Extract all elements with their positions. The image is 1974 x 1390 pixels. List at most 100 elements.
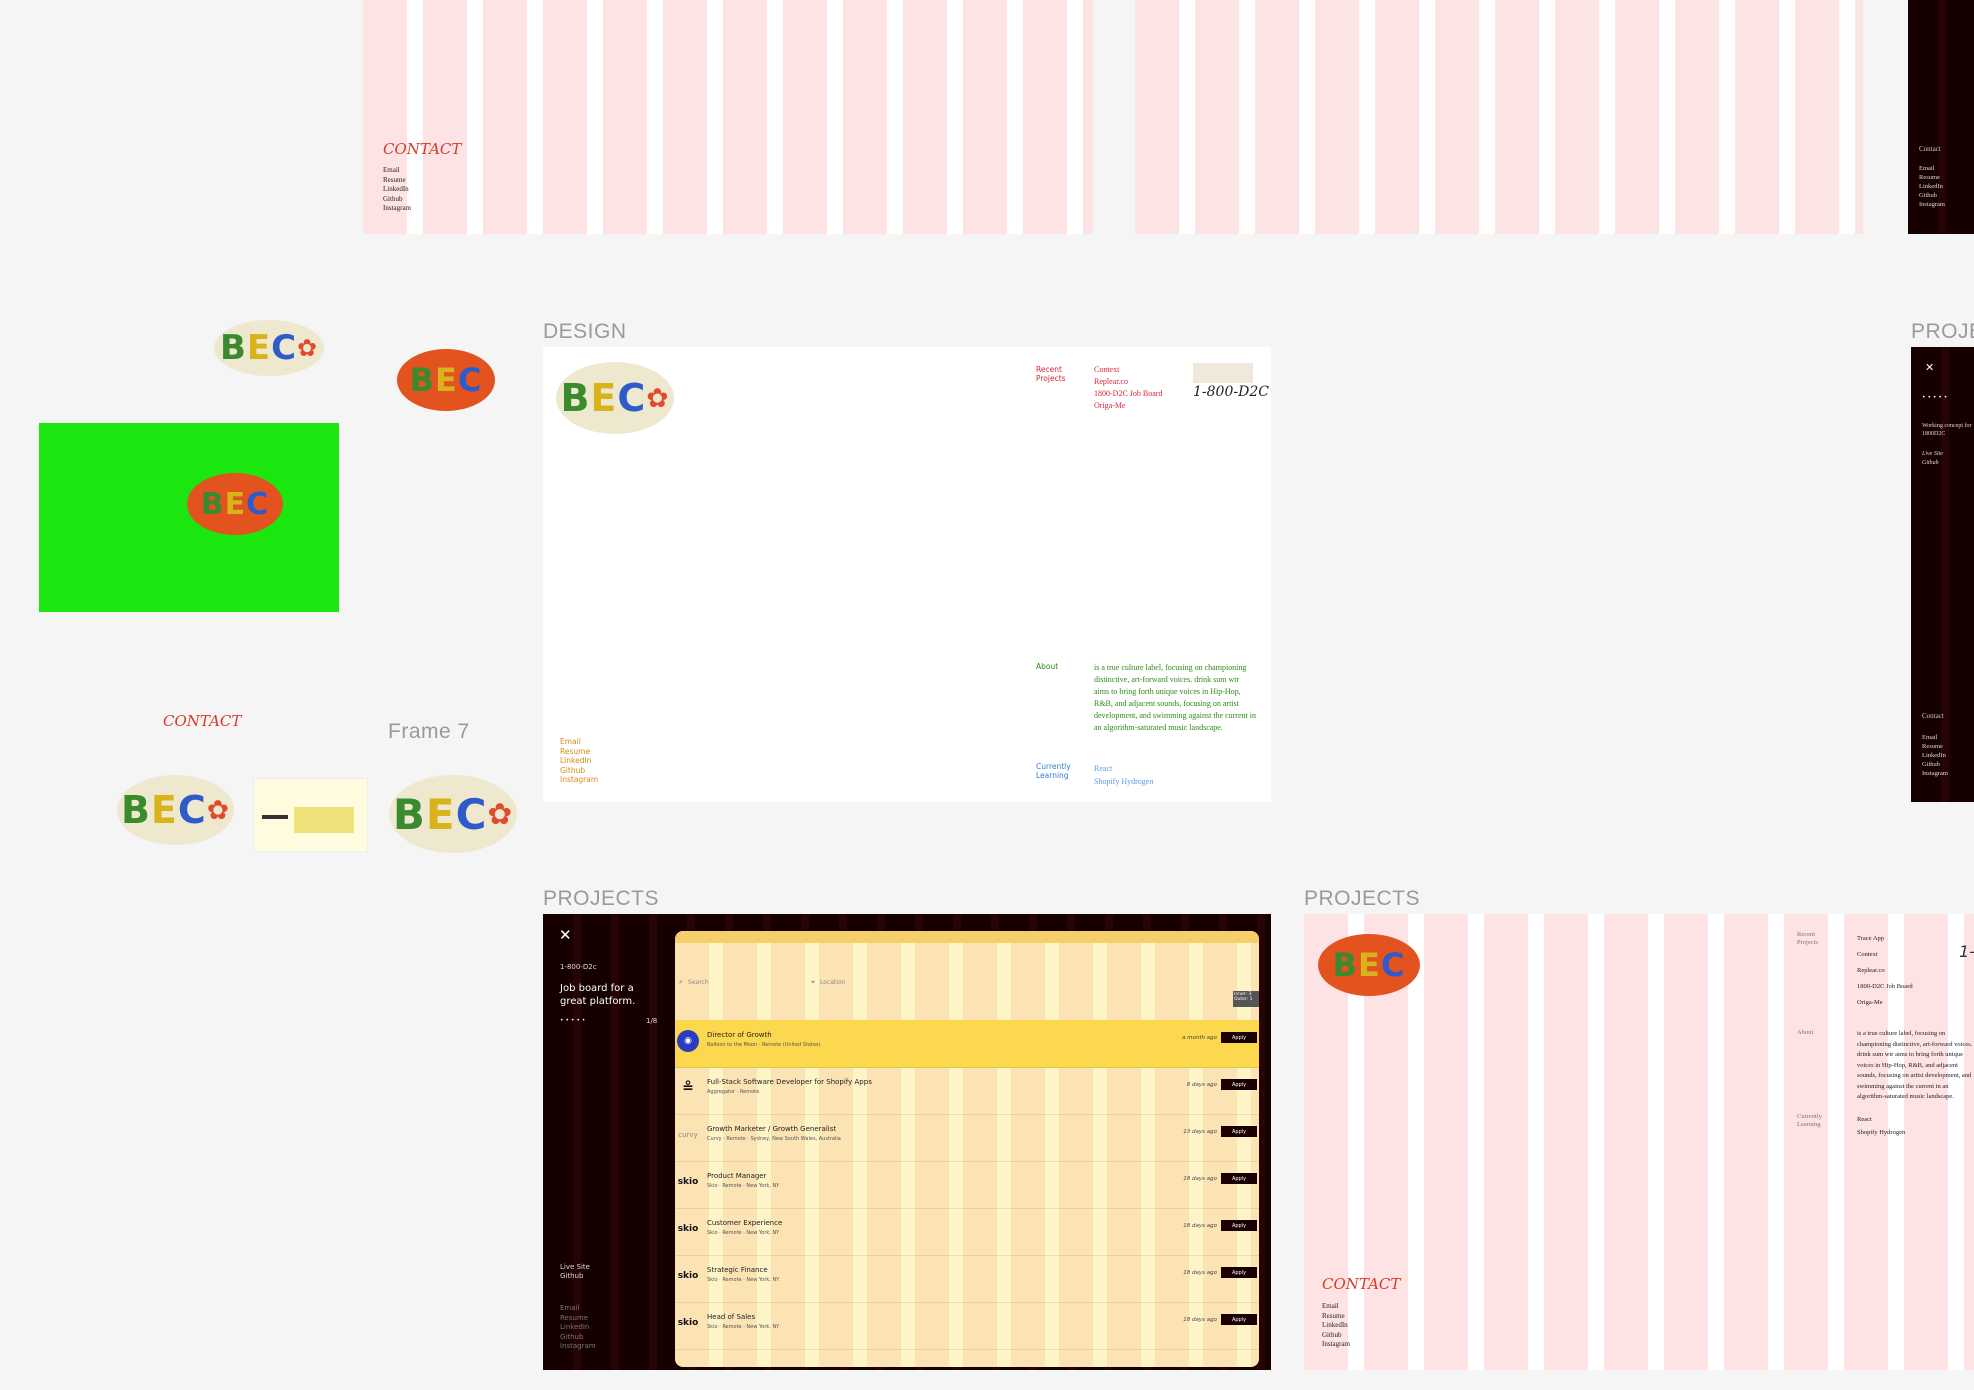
link-linkedin[interactable]: LinkedIn <box>1322 1321 1350 1331</box>
job-row[interactable]: skio Customer Experience Skio · Remote ·… <box>675 1208 1259 1256</box>
location-placeholder: Location <box>820 979 846 986</box>
github-link[interactable]: Github <box>1922 460 1939 466</box>
apply-button[interactable]: Apply <box>1221 1032 1257 1043</box>
apply-button[interactable]: Apply <box>1221 1126 1257 1137</box>
github-link[interactable]: Github <box>560 1272 583 1280</box>
job-row[interactable]: skio Product Manager Skio · Remote · New… <box>675 1161 1259 1209</box>
job-row[interactable]: ◉ Director of Growth Balloon to the Moon… <box>675 1020 1259 1068</box>
top-right-contact: Contact <box>1919 145 1941 153</box>
apply-button[interactable]: Apply <box>1221 1079 1257 1090</box>
search-input[interactable]: ⌕ Search <box>679 969 809 986</box>
link-email[interactable]: Email <box>1322 1302 1350 1312</box>
link-linkedin[interactable]: LinkedIn <box>1919 182 1945 191</box>
location-pin-icon: ⌖ <box>811 978 815 986</box>
link-instagram[interactable]: Instagram <box>560 1342 596 1352</box>
link-resume[interactable]: Resume <box>1922 742 1948 751</box>
link-email[interactable]: Email <box>560 1304 596 1314</box>
project-link[interactable]: Context <box>1857 947 1913 963</box>
link-resume[interactable]: Resume <box>560 1314 596 1324</box>
job-title[interactable]: Strategic Finance <box>707 1266 768 1274</box>
projects-dark-label: PROJECTS <box>543 887 660 910</box>
job-title[interactable]: Growth Marketer / Growth Generalist <box>707 1125 836 1133</box>
link-linkedin[interactable]: LinkedIn <box>560 756 598 766</box>
thumbnail-preview[interactable] <box>253 778 368 852</box>
link-email[interactable]: Email <box>1922 733 1948 742</box>
link-linkedin[interactable]: LinkedIn <box>1922 751 1948 760</box>
link-instagram[interactable]: Instagram <box>383 204 411 214</box>
about-label: About <box>1797 1029 1814 1036</box>
link-email[interactable]: Email <box>560 737 598 747</box>
link-email[interactable]: Email <box>1919 164 1945 173</box>
loose-contact-heading: CONTACT <box>163 712 242 730</box>
job-title[interactable]: Product Manager <box>707 1172 767 1180</box>
project-link[interactable]: Origa-Me <box>1094 400 1162 412</box>
carousel-dots[interactable]: • • • • • <box>1922 394 1947 401</box>
logo-cream-bottom-right[interactable]: B E C ✿ <box>389 775 517 853</box>
carousel-dots[interactable]: • • • • • <box>560 1017 585 1024</box>
link-github[interactable]: Github <box>1919 191 1945 200</box>
link-linkedin[interactable]: LinkedIn <box>383 185 411 195</box>
link-linkedin[interactable]: LinkedIn <box>560 1323 596 1333</box>
link-resume[interactable]: Resume <box>383 176 411 186</box>
project-link[interactable]: Replear.co <box>1857 963 1913 979</box>
job-row[interactable]: ≗ Full-Stack Software Developer for Shop… <box>675 1067 1259 1115</box>
posted-time: 18 days ago <box>1183 1270 1217 1276</box>
design-frame[interactable]: B E C ✿ Recent Projects Context Replear.co … <box>543 347 1271 802</box>
logo-cream-top[interactable]: B E C ✿ <box>214 320 324 376</box>
job-board-screenshot[interactable]: ⌕ Search ⌖ Location Inner: 3 Outer: 1 ◉ … <box>675 931 1259 1367</box>
location-input[interactable]: ⌖ Location <box>811 969 941 986</box>
job-title[interactable]: Customer Experience <box>707 1219 782 1227</box>
job-meta: Aggregator · Remote <box>707 1089 760 1095</box>
project-link[interactable]: 1800-D2C Job Board <box>1094 388 1162 400</box>
design-logo[interactable]: B E C ✿ <box>556 362 674 434</box>
learning-list: React Shopify Hydrogen <box>1094 762 1153 788</box>
job-row[interactable]: skio Head of Sales Skio · Remote · New Y… <box>675 1302 1259 1350</box>
job-title[interactable]: Head of Sales <box>707 1313 755 1321</box>
company-logo: skio <box>677 1177 699 1187</box>
live-site-link[interactable]: Live Site <box>1922 451 1943 457</box>
close-icon[interactable]: ✕ <box>1925 361 1934 374</box>
posted-time: 18 days ago <box>1183 1317 1217 1323</box>
company-logo: skio <box>677 1224 699 1234</box>
link-github[interactable]: Github <box>560 1333 596 1343</box>
projects-dark-frame[interactable]: ✕ 1-800-D2c Job board for a great platfo… <box>543 914 1271 1370</box>
job-meta: Skio · Remote · New York, NY <box>707 1230 780 1236</box>
link-resume[interactable]: Resume <box>1919 173 1945 182</box>
pink-frame-logo[interactable]: BEC <box>1318 934 1420 996</box>
job-row[interactable]: skio Strategic Finance Skio · Remote · N… <box>675 1255 1259 1303</box>
link-github[interactable]: Github <box>1322 1331 1350 1341</box>
green-frame[interactable]: BEC <box>39 423 339 612</box>
job-title[interactable]: Director of Growth <box>707 1031 772 1039</box>
link-instagram[interactable]: Instagram <box>1919 200 1945 209</box>
job-meta: Skio · Remote · New York, NY <box>707 1183 780 1189</box>
link-resume[interactable]: Resume <box>1322 1312 1350 1322</box>
project-link[interactable]: 1800-D2C Job Board <box>1857 979 1913 995</box>
link-instagram[interactable]: Instagram <box>1922 769 1948 778</box>
job-title[interactable]: Full-Stack Software Developer for Shopif… <box>707 1078 872 1086</box>
link-github[interactable]: Github <box>560 766 598 776</box>
logo-orange-top[interactable]: BEC <box>397 349 495 411</box>
right-dark-frame[interactable]: ✕ • • • • • Working concept for 1800D2C … <box>1911 347 1974 802</box>
apply-button[interactable]: Apply <box>1221 1314 1257 1325</box>
live-site-link[interactable]: Live Site <box>560 1263 590 1271</box>
job-row[interactable]: curvy Growth Marketer / Growth Generalis… <box>675 1114 1259 1162</box>
link-github[interactable]: Github <box>1922 760 1948 769</box>
project-link[interactable]: Context <box>1094 364 1162 376</box>
logo-cream-bottom-left[interactable]: B E C ✿ <box>117 775 234 845</box>
posted-time: 8 days ago <box>1186 1082 1217 1088</box>
apply-button[interactable]: Apply <box>1221 1220 1257 1231</box>
project-link[interactable]: Replear.co <box>1094 376 1162 388</box>
apply-button[interactable]: Apply <box>1221 1267 1257 1278</box>
link-email[interactable]: Email <box>383 166 411 176</box>
search-icon: ⌕ <box>679 978 683 986</box>
company-logo: skio <box>677 1271 699 1281</box>
project-link[interactable]: Origa-Me <box>1857 995 1913 1011</box>
link-instagram[interactable]: Instagram <box>560 775 598 785</box>
link-instagram[interactable]: Instagram <box>1322 1340 1350 1350</box>
projects-pink-frame[interactable]: BEC Recent Projects Trace App Context Re… <box>1304 914 1974 1370</box>
link-resume[interactable]: Resume <box>560 747 598 757</box>
apply-button[interactable]: Apply <box>1221 1173 1257 1184</box>
project-link[interactable]: Trace App <box>1857 931 1913 947</box>
close-icon[interactable]: ✕ <box>559 926 572 944</box>
link-github[interactable]: Github <box>383 195 411 205</box>
